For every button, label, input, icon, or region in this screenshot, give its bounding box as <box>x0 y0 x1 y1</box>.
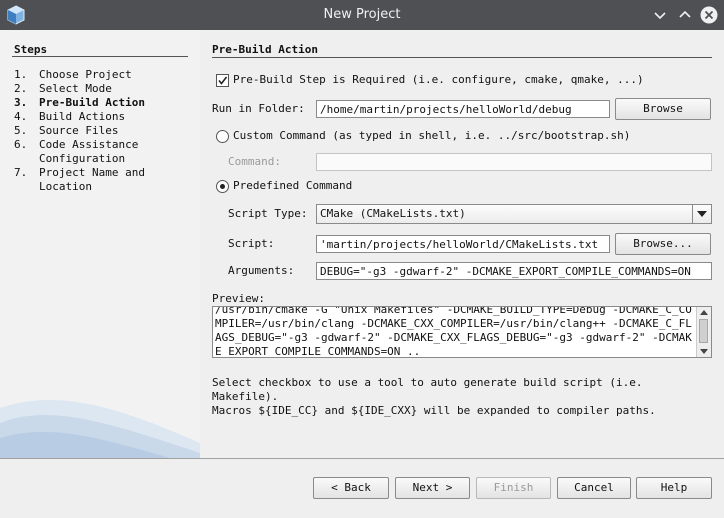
steps-divider <box>12 56 188 57</box>
script-label: Script: <box>228 237 275 250</box>
step-item: 5. Source Files <box>14 124 145 138</box>
step-item: 3. Pre-Build Action <box>14 96 145 110</box>
step-label: Code Assistance Configuration <box>39 138 139 165</box>
step-label: Source Files <box>39 124 119 137</box>
arguments-input[interactable]: DEBUG="-g3 -gdwarf-2" -DCMAKE_EXPORT_COM… <box>316 262 712 280</box>
script-input[interactable]: 'martin/projects/helloWorld/CMakeLists.t… <box>316 235 610 253</box>
steps-panel: Steps 1. Choose Project 2. Select Mode 3. Pre… <box>0 30 200 458</box>
step-label: Pre-Build Action <box>39 96 145 109</box>
decorative-swoosh <box>0 400 200 458</box>
step-label: Select Mode <box>39 82 112 95</box>
preview-label: Preview: <box>212 292 265 305</box>
step-number: 6. <box>14 138 28 151</box>
preview-scrollbar[interactable] <box>696 307 711 357</box>
custom-command-label: Custom Command (as typed in shell, i.e. … <box>233 129 631 142</box>
browse-folder-button[interactable]: Browse <box>615 98 711 120</box>
prebuild-required-label: Pre-Build Step is Required (i.e. configu… <box>233 73 644 86</box>
chevron-down-icon[interactable] <box>692 205 711 223</box>
help-line-3: Macros ${IDE_CC} and ${IDE_CXX} will be … <box>212 404 656 417</box>
checkmark-icon <box>218 76 228 85</box>
prebuild-required-checkbox[interactable] <box>216 74 229 87</box>
step-number: 3. <box>14 96 28 109</box>
section-divider <box>212 57 712 58</box>
step-label: Choose Project <box>39 68 132 81</box>
step-number: 5. <box>14 124 28 137</box>
scroll-up-icon[interactable] <box>697 307 711 317</box>
script-type-value: CMake (CMakeLists.txt) <box>320 207 466 220</box>
step-item: 4. Build Actions <box>14 110 145 124</box>
preview-textarea[interactable]: /usr/bin/cmake -G "Unix Makefiles" -DCMA… <box>212 306 712 358</box>
maximize-icon[interactable] <box>675 5 695 25</box>
run-in-folder-input[interactable]: /home/martin/projects/helloWorld/debug <box>316 100 610 118</box>
main-content: Pre-Build Action Pre-Build Step is Requi… <box>200 30 724 458</box>
predefined-command-label: Predefined Command <box>233 179 353 192</box>
script-type-label: Script Type: <box>228 207 308 220</box>
arguments-label: Arguments: <box>228 264 295 277</box>
finish-button[interactable]: Finish <box>476 477 551 499</box>
step-label: Project Name and Location <box>39 166 145 193</box>
help-line-2: Makefile). <box>212 390 279 403</box>
step-number: 2. <box>14 82 28 95</box>
help-text: Select checkbox to use a tool to auto ge… <box>212 376 712 418</box>
preview-text: /usr/bin/cmake -G "Unix Makefiles" -DCMA… <box>215 306 692 358</box>
steps-heading: Steps <box>14 43 48 56</box>
next-button[interactable]: Next > <box>395 477 470 499</box>
step-item: 7. Project Name and Location <box>14 166 145 194</box>
script-type-select[interactable]: CMake (CMakeLists.txt) <box>316 204 712 224</box>
section-heading: Pre-Build Action <box>212 43 318 56</box>
scroll-down-icon[interactable] <box>697 347 711 357</box>
help-line-1: Select checkbox to use a tool to auto ge… <box>212 376 643 389</box>
custom-command-radio[interactable] <box>216 130 229 143</box>
step-item: 2. Select Mode <box>14 82 145 96</box>
command-input[interactable] <box>316 153 712 171</box>
step-label: Build Actions <box>39 110 126 123</box>
step-number: 4. <box>14 110 28 123</box>
step-number: 7. <box>14 166 28 179</box>
browse-script-button[interactable]: Browse... <box>615 233 711 255</box>
step-number: 1. <box>14 68 28 81</box>
minimize-icon[interactable] <box>650 5 670 25</box>
back-button[interactable]: < Back <box>313 477 389 499</box>
close-icon[interactable] <box>699 5 719 25</box>
run-in-folder-label: Run in Folder: <box>212 102 305 115</box>
command-label: Command: <box>228 155 281 168</box>
steps-list: 1. Choose Project 2. Select Mode 3. Pre-Build… <box>14 68 145 194</box>
scrollbar-thumb[interactable] <box>699 319 708 343</box>
window-title: New Project <box>323 7 401 22</box>
predefined-command-radio[interactable] <box>216 180 229 193</box>
step-item: 6. Code Assistance Configuration <box>14 138 145 166</box>
help-button[interactable]: Help <box>636 477 712 499</box>
title-bar: New Project <box>0 0 724 30</box>
step-item: 1. Choose Project <box>14 68 145 82</box>
footer-divider <box>0 458 724 459</box>
cancel-button[interactable]: Cancel <box>557 477 631 499</box>
